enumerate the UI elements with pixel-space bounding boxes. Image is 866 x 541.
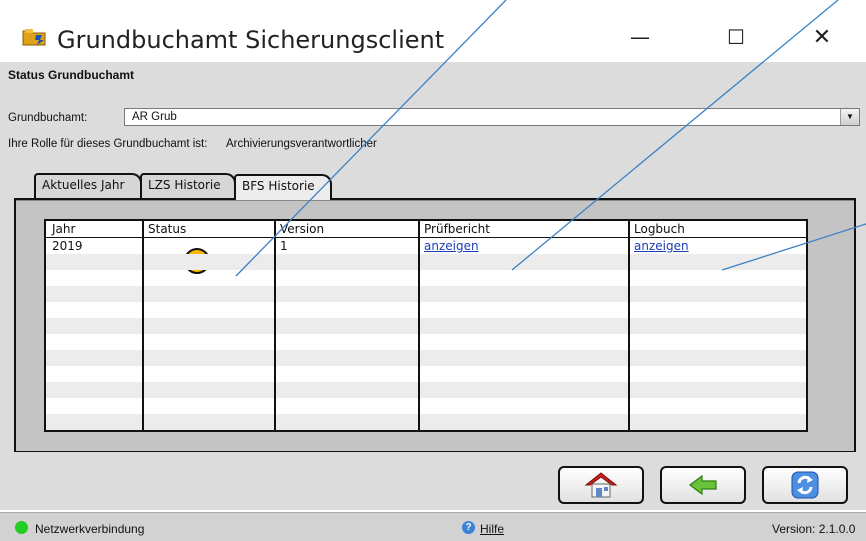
back-button[interactable] xyxy=(660,466,746,504)
column-divider xyxy=(628,221,630,430)
tab-panel: Jahr Status Version Prüfbericht Logbuch … xyxy=(14,198,856,452)
chevron-down-icon[interactable]: ▼ xyxy=(840,109,859,125)
home-button[interactable] xyxy=(558,466,644,504)
table-row[interactable]: 2019 1 anzeigen anzeigen xyxy=(46,238,806,254)
cell-version: 1 xyxy=(280,239,288,253)
header-jahr: Jahr xyxy=(52,222,76,236)
maximize-button[interactable]: ☐ xyxy=(706,14,766,60)
grundbuchamt-value: AR Grub xyxy=(132,111,177,123)
table-row xyxy=(46,398,806,414)
close-button[interactable]: ✕ xyxy=(792,14,852,60)
minimize-button[interactable]: — xyxy=(610,14,670,60)
tab-label: LZS Historie xyxy=(148,178,221,192)
folder-icon xyxy=(22,29,46,46)
grundbuchamt-select[interactable]: AR Grub ▼ xyxy=(124,108,860,126)
title-bar: Grundbuchamt Sicherungsclient — ☐ ✕ xyxy=(0,0,866,62)
refresh-button[interactable] xyxy=(762,466,848,504)
table-row xyxy=(46,366,806,382)
status-bar: Netzwerkverbindung ? Hilfe Version: 2.1.… xyxy=(0,512,866,541)
grundbuchamt-label: Grundbuchamt: xyxy=(8,112,88,124)
header-pruefbericht: Prüfbericht xyxy=(424,222,490,236)
tab-label: Aktuelles Jahr xyxy=(42,178,125,192)
rolle-label: Ihre Rolle für dieses Grundbuchamt ist: xyxy=(8,138,208,150)
table-row xyxy=(46,350,806,366)
table-header: Jahr Status Version Prüfbericht Logbuch xyxy=(46,221,806,238)
column-divider xyxy=(142,221,144,430)
connection-indicator-icon xyxy=(15,521,28,534)
logbuch-link[interactable]: anzeigen xyxy=(634,239,689,253)
table-row xyxy=(46,254,806,270)
tab-label: BFS Historie xyxy=(242,179,315,193)
arrow-left-icon xyxy=(689,474,717,496)
table-row xyxy=(46,286,806,302)
header-status: Status xyxy=(148,222,187,236)
cell-jahr: 2019 xyxy=(52,239,83,253)
version-label: Version: 2.1.0.0 xyxy=(772,522,856,536)
help-icon[interactable]: ? xyxy=(462,521,475,534)
table-row xyxy=(46,270,806,286)
connection-status: Netzwerkverbindung xyxy=(35,522,145,536)
header-version: Version xyxy=(280,222,325,236)
header-logbuch: Logbuch xyxy=(634,222,685,236)
tab-lzs-historie[interactable]: LZS Historie xyxy=(140,173,236,199)
table-row xyxy=(46,382,806,398)
table-row xyxy=(46,334,806,350)
rolle-value: Archivierungsverantwortlicher xyxy=(226,138,377,150)
refresh-icon xyxy=(791,471,819,499)
table-row xyxy=(46,318,806,334)
pruefbericht-link[interactable]: anzeigen xyxy=(424,239,479,253)
section-title: Status Grundbuchamt xyxy=(8,68,135,82)
help-link[interactable]: Hilfe xyxy=(480,522,504,536)
tab-bfs-historie[interactable]: BFS Historie xyxy=(234,174,332,200)
table-row xyxy=(46,302,806,318)
home-icon xyxy=(584,472,618,498)
tab-aktuelles-jahr[interactable]: Aktuelles Jahr xyxy=(34,173,142,199)
window-title: Grundbuchamt Sicherungsclient xyxy=(57,26,445,54)
table-row xyxy=(46,414,806,430)
column-divider xyxy=(274,221,276,430)
history-table: Jahr Status Version Prüfbericht Logbuch … xyxy=(44,219,808,432)
panel-background: Jahr Status Version Prüfbericht Logbuch … xyxy=(16,200,854,451)
column-divider xyxy=(418,221,420,430)
